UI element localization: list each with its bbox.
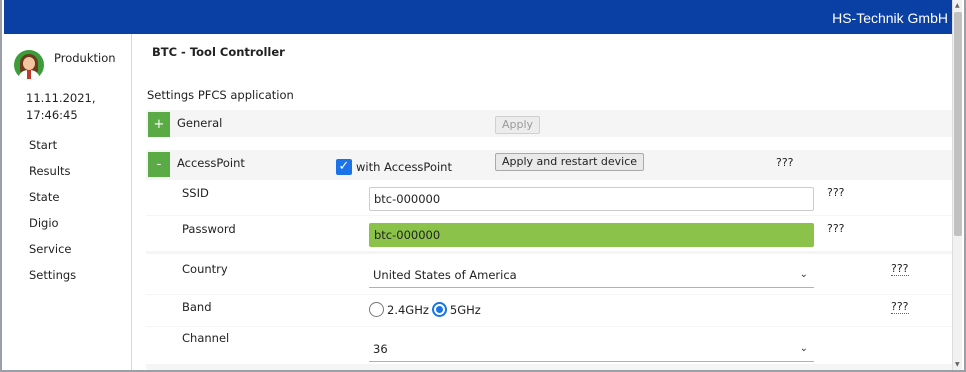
- channel-label: Channel: [182, 331, 230, 345]
- sidebar-nav: Start Results State Digio Service Settin…: [29, 138, 76, 294]
- time-text: 17:46:45: [26, 108, 78, 122]
- country-label: Country: [182, 262, 228, 276]
- accesspoint-help[interactable]: ???: [776, 156, 794, 169]
- accesspoint-collapse-button[interactable]: -: [148, 152, 170, 177]
- chevron-down-icon: ⌄: [799, 269, 808, 280]
- band-radio-group: 2.4GHz 5GHz: [369, 302, 484, 317]
- app-window: HS-Technik GmbH Produktion 11.11.2021, 1…: [0, 0, 966, 372]
- scroll-up-icon[interactable]: ▲: [955, 2, 960, 9]
- username: Produktion: [54, 51, 116, 65]
- sidebar: Produktion 11.11.2021, 17:46:45 Start Re…: [4, 34, 132, 370]
- avatar-tie: [27, 70, 31, 79]
- sidebar-item-start[interactable]: Start: [29, 138, 76, 164]
- general-apply-button[interactable]: Apply: [495, 116, 541, 134]
- country-value: United States of America: [373, 268, 517, 282]
- sidebar-item-settings[interactable]: Settings: [29, 268, 76, 294]
- datetime: 11.11.2021, 17:46:45: [26, 90, 126, 124]
- sidebar-item-service[interactable]: Service: [29, 242, 76, 268]
- band-label: Band: [182, 300, 212, 314]
- user-avatar-icon[interactable]: [14, 50, 44, 80]
- general-expand-button[interactable]: +: [148, 112, 170, 137]
- country-row: Country United States of America ⌄ ???: [146, 254, 963, 294]
- apply-restart-button[interactable]: Apply and restart device: [495, 153, 645, 171]
- accesspoint-panel: - AccessPoint ✓ with AccessPoint Apply a…: [146, 150, 963, 370]
- vertical-scrollbar[interactable]: ▲ ▼: [952, 0, 962, 370]
- band-help[interactable]: ???: [891, 301, 909, 314]
- channel-select[interactable]: 36 ⌄: [369, 338, 814, 362]
- main-content: BTC - Tool Controller Settings PFCS appl…: [133, 34, 963, 370]
- band-24ghz-label: 2.4GHz: [387, 302, 429, 317]
- general-label: General: [177, 116, 223, 130]
- section-title: Settings PFCS application: [147, 88, 294, 102]
- avatar-face: [23, 57, 35, 70]
- country-select[interactable]: United States of America ⌄: [369, 264, 814, 288]
- password-input[interactable]: btc-000000: [369, 223, 814, 247]
- general-panel: + General Apply: [146, 110, 953, 137]
- page-title: BTC - Tool Controller: [152, 45, 285, 59]
- date-text: 11.11.2021,: [26, 91, 96, 105]
- password-label: Password: [182, 222, 236, 236]
- top-bar: HS-Technik GmbH: [4, 0, 956, 34]
- scroll-down-icon[interactable]: ▼: [955, 361, 960, 368]
- chevron-down-icon: ⌄: [799, 343, 808, 354]
- ssid-row: SSID btc-000000 ???: [146, 180, 963, 215]
- password-help[interactable]: ???: [827, 222, 845, 235]
- band-5ghz-label: 5GHz: [449, 302, 481, 317]
- with-accesspoint-label: with AccessPoint: [356, 160, 452, 174]
- sidebar-item-digio[interactable]: Digio: [29, 216, 76, 242]
- ssid-label: SSID: [182, 186, 209, 200]
- password-row: Password btc-000000 ???: [146, 216, 963, 251]
- country-help[interactable]: ???: [891, 263, 909, 276]
- band-row: Band 2.4GHz 5GHz ???: [146, 295, 963, 326]
- ssid-help[interactable]: ???: [827, 186, 845, 199]
- channel-value: 36: [373, 342, 388, 356]
- ssid-input[interactable]: btc-000000: [369, 187, 814, 211]
- with-accesspoint-checkbox[interactable]: ✓ with AccessPoint: [336, 159, 452, 175]
- band-5ghz-radio[interactable]: [431, 302, 447, 317]
- band-24ghz-radio[interactable]: [369, 302, 384, 317]
- sidebar-item-state[interactable]: State: [29, 190, 76, 216]
- sidebar-item-results[interactable]: Results: [29, 164, 76, 190]
- checkmark-icon: ✓: [336, 159, 352, 175]
- accesspoint-label: AccessPoint: [177, 156, 245, 170]
- company-name: HS-Technik GmbH: [832, 10, 948, 26]
- scroll-thumb[interactable]: [954, 12, 962, 236]
- channel-row: Channel 36 ⌄: [146, 327, 963, 364]
